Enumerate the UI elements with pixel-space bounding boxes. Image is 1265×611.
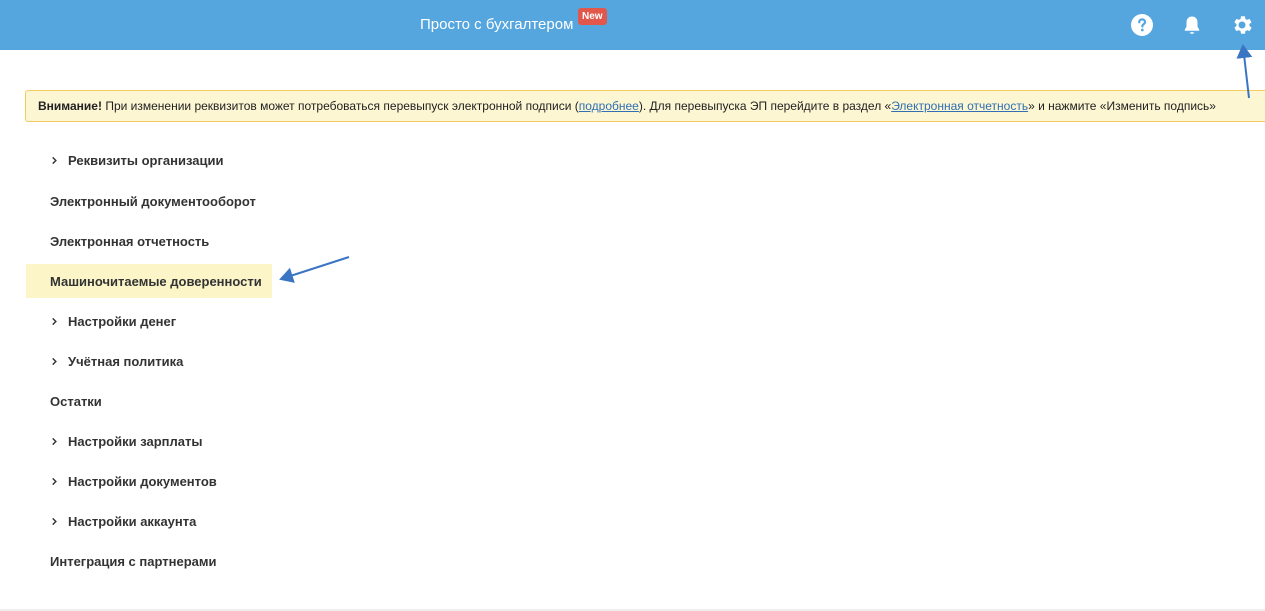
menu-item-document-settings[interactable]: Настройки документов [26,461,326,501]
alert-text-1: При изменении реквизитов может потребова… [101,99,579,113]
warning-alert: Внимание! При изменении реквизитов может… [25,90,1265,122]
menu-item-salary-settings[interactable]: Настройки зарплаты [26,421,326,461]
chevron-right-icon [50,434,68,448]
menu-item-label: Электронная отчетность [50,233,210,249]
settings-menu: Реквизиты организации Электронный докуме… [26,140,326,581]
menu-item-label: Настройки документов [68,473,217,489]
chevron-right-icon [50,474,68,488]
menu-item-label: Настройки денег [68,313,177,329]
menu-item-e-reporting[interactable]: Электронная отчетность [26,221,326,261]
alert-text-3: » и нажмите «Изменить подпись» [1028,99,1216,113]
menu-item-partner-integration[interactable]: Интеграция с партнерами [26,541,326,581]
chevron-right-icon [50,354,68,368]
menu-item-label: Настройки аккаунта [68,513,197,529]
menu-item-accounting-policy[interactable]: Учётная политика [26,341,326,381]
gear-icon[interactable] [1230,13,1254,37]
menu-item-label: Интеграция с партнерами [50,553,217,569]
menu-item-account-settings[interactable]: Настройки аккаунта [26,501,326,541]
details-link[interactable]: подробнее [579,99,639,113]
alert-text-2: ). Для перевыпуска ЭП перейдите в раздел… [638,99,892,113]
bell-icon[interactable] [1180,13,1204,37]
help-icon[interactable] [1130,13,1154,37]
menu-item-requisites[interactable]: Реквизиты организации [26,140,326,181]
menu-item-label: Реквизиты организации [68,153,224,168]
top-bar: Просто с бухгалтером New [0,0,1265,50]
chevron-right-icon [50,154,68,168]
e-reporting-link[interactable]: Электронная отчетность [891,99,1028,113]
alert-title: Внимание! [38,99,102,113]
menu-item-label: Электронный документооборот [50,193,256,209]
menu-item-edo[interactable]: Электронный документооборот [26,181,326,221]
menu-item-label: Настройки зарплаты [68,433,203,449]
new-badge: New [578,8,607,25]
menu-item-balances[interactable]: Остатки [26,381,326,421]
menu-item-label: Машиночитаемые доверенности [50,273,262,289]
chevron-right-icon [50,514,68,528]
menu-item-label: Остатки [50,393,102,409]
menu-item-money-settings[interactable]: Настройки денег [26,301,326,341]
menu-item-machine-readable-poa[interactable]: Машиночитаемые доверенности [26,264,272,298]
menu-item-label: Учётная политика [68,353,184,369]
chevron-right-icon [50,314,68,328]
app-title[interactable]: Просто с бухгалтером [420,16,573,34]
